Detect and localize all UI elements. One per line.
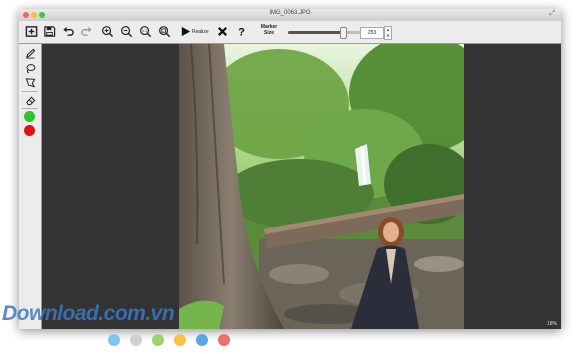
zoom-in-button[interactable] [100,24,115,39]
photo[interactable] [179,44,464,329]
zoom-out-icon [121,26,133,38]
watermark-dot [152,334,164,346]
zoom-actual-button[interactable]: 1:1 [138,24,153,39]
watermark-dot [174,334,186,346]
watermark-dot [218,334,230,346]
sidebar-divider [22,91,38,92]
eraser-icon [25,96,35,105]
zoom-actual-icon: 1:1 [140,26,152,38]
app-window: IMG_0063.JPG ⤢ 1:1 Realize ? Marker Size… [19,9,561,329]
run-button[interactable] [178,24,193,39]
close-icon [217,26,228,37]
zoom-out-button[interactable] [119,24,134,39]
sidebar-divider [22,108,38,109]
slider-fill [288,31,343,34]
toolbar: 1:1 Realize ? Marker Size 253 ▲ ▼ [19,21,561,44]
redo-icon [81,26,92,36]
brush-tool[interactable] [24,47,36,59]
help-button[interactable]: ? [234,24,249,39]
open-button[interactable] [24,24,39,39]
fullscreen-icon[interactable]: ⤢ [549,10,555,18]
zoom-in-icon [102,26,114,38]
watermark-dot [196,334,208,346]
zoom-indicator: 18% [546,321,557,327]
save-button[interactable] [42,24,57,39]
lasso-icon [26,63,35,74]
watermark-dot [108,334,120,346]
lasso-tool[interactable] [24,62,36,74]
tool-sidebar [19,44,42,329]
clear-button[interactable] [215,24,230,39]
marker-size-field[interactable]: 253 [360,27,384,39]
slider-knob[interactable] [339,27,347,39]
photo-waterfall-tree-woman [179,44,464,329]
remove-marker-color[interactable] [24,125,35,136]
undo-icon [63,26,74,36]
polygon-lasso-tool[interactable] [24,76,36,88]
open-icon [25,26,38,37]
help-icon: ? [238,27,245,38]
svg-text:?: ? [238,27,245,38]
marker-size-stepper[interactable]: ▲ ▼ [384,26,392,40]
play-icon [181,26,191,37]
marker-label-line2: Size [263,30,274,36]
undo-button[interactable] [61,24,76,39]
marker-size-label: Marker Size [256,24,282,36]
zoom-fit-button[interactable] [157,24,172,39]
svg-text:1:1: 1:1 [142,29,147,33]
run-label[interactable]: Realize [192,29,209,35]
image-canvas[interactable]: 18% [42,44,561,329]
watermark-dot [130,334,142,346]
stepper-down-icon[interactable]: ▼ [385,33,391,39]
window-title: IMG_0063.JPG [269,10,311,16]
redo-button[interactable] [79,24,94,39]
save-icon [44,26,56,37]
polygon-lasso-icon [25,77,35,87]
watermark-logo: Download.com.vn [2,302,175,325]
keep-marker-color[interactable] [24,111,35,122]
zoom-fit-icon [159,26,171,38]
eraser-tool[interactable] [24,94,36,106]
brush-icon [25,48,35,58]
